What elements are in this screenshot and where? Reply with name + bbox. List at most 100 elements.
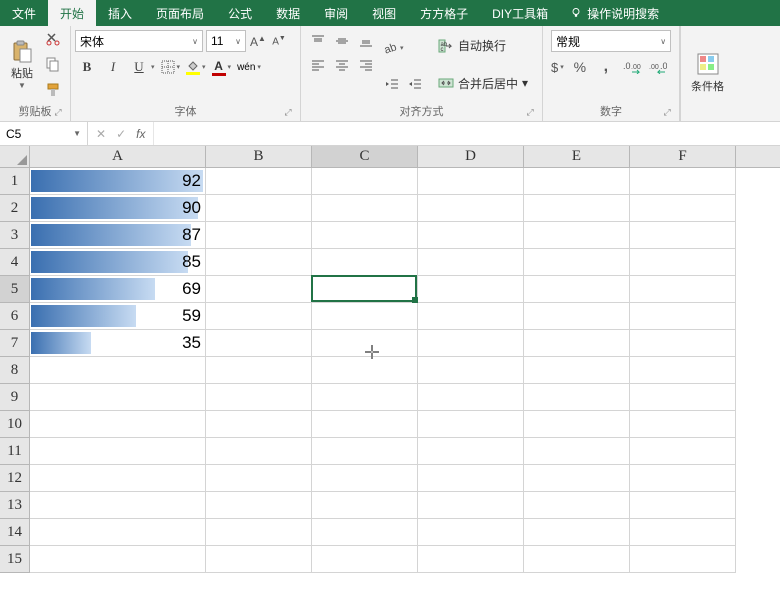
row-header[interactable]: 12 [0,465,30,492]
align-left-button[interactable] [307,54,329,76]
accounting-format-button[interactable]: $▾ [551,60,564,75]
cell[interactable] [418,519,524,546]
cell[interactable] [418,411,524,438]
cell[interactable] [206,411,312,438]
conditional-formatting-button[interactable]: 条件格 [685,28,730,117]
cell[interactable] [206,276,312,303]
row-header[interactable]: 15 [0,546,30,573]
cell[interactable] [524,492,630,519]
cell[interactable] [524,357,630,384]
align-bottom-button[interactable] [355,30,377,52]
cell[interactable] [418,330,524,357]
dialog-launcher-icon[interactable]: ⤢ [524,107,536,119]
tab-formulas[interactable]: 公式 [216,0,264,26]
cell[interactable] [418,492,524,519]
formula-input[interactable] [154,122,780,145]
col-header-C[interactable]: C [312,146,418,167]
row-header[interactable]: 10 [0,411,30,438]
tab-pagelayout[interactable]: 页面布局 [144,0,216,26]
cell[interactable]: 90 [30,195,206,222]
cell[interactable] [630,303,736,330]
decrease-indent-button[interactable] [382,75,402,93]
cell[interactable] [418,465,524,492]
cell[interactable] [524,249,630,276]
dialog-launcher-icon[interactable]: ⤢ [282,107,294,119]
tab-diytoolbox[interactable]: DIY工具箱 [480,0,560,26]
cell[interactable] [630,492,736,519]
tab-file[interactable]: 文件 [0,0,48,26]
tab-fangfanggezi[interactable]: 方方格子 [408,0,480,26]
cell[interactable] [312,492,418,519]
fx-icon[interactable]: fx [136,127,145,141]
worksheet[interactable]: A B C D E F 1922903874855696597358910111… [0,146,780,573]
cell[interactable] [312,222,418,249]
cell[interactable] [524,384,630,411]
cell[interactable] [206,357,312,384]
number-format-combo[interactable]: 常规∨ [551,30,671,52]
cell[interactable]: 35 [30,330,206,357]
cell[interactable] [206,519,312,546]
select-all-corner[interactable] [0,146,30,167]
tab-insert[interactable]: 插入 [96,0,144,26]
copy-button[interactable] [43,55,63,73]
cell[interactable] [206,195,312,222]
cell[interactable] [630,519,736,546]
cell[interactable] [30,519,206,546]
cell[interactable] [312,330,418,357]
tab-data[interactable]: 数据 [264,0,312,26]
cell[interactable] [630,168,736,195]
decrease-font-button[interactable]: A▼ [270,35,288,47]
cell[interactable] [630,465,736,492]
row-header[interactable]: 7 [0,330,30,357]
cell[interactable] [206,249,312,276]
cell[interactable] [312,519,418,546]
cell[interactable] [206,465,312,492]
cell[interactable] [418,195,524,222]
cell[interactable] [206,330,312,357]
row-header[interactable]: 6 [0,303,30,330]
increase-font-button[interactable]: A▲ [249,34,267,49]
cell[interactable] [630,384,736,411]
row-header[interactable]: 1 [0,168,30,195]
align-top-button[interactable] [307,30,329,52]
decrease-decimal-button[interactable]: .00.0 [648,58,668,76]
row-header[interactable]: 11 [0,438,30,465]
cell[interactable] [630,276,736,303]
cell[interactable] [312,276,418,303]
enter-formula-icon[interactable]: ✓ [116,127,126,141]
tab-home[interactable]: 开始 [48,0,96,26]
cell[interactable] [524,222,630,249]
orientation-button[interactable]: ab▾ [382,40,425,56]
cell[interactable] [30,546,206,573]
cell[interactable] [524,195,630,222]
cell[interactable]: 59 [30,303,206,330]
cell[interactable] [630,195,736,222]
cell[interactable] [418,276,524,303]
cell[interactable] [312,438,418,465]
cell[interactable] [524,438,630,465]
cell[interactable] [312,168,418,195]
cell[interactable] [418,249,524,276]
underline-button[interactable]: U▾ [129,57,155,77]
cell[interactable] [418,222,524,249]
bold-button[interactable]: B [77,57,97,77]
increase-decimal-button[interactable]: .0.00 [622,58,642,76]
cell[interactable] [524,303,630,330]
cell[interactable] [524,168,630,195]
cell[interactable] [630,222,736,249]
cell[interactable]: 69 [30,276,206,303]
borders-button[interactable]: ▾ [161,60,181,74]
row-header[interactable]: 9 [0,384,30,411]
row-header[interactable]: 2 [0,195,30,222]
col-header-D[interactable]: D [418,146,524,167]
cell[interactable] [30,411,206,438]
font-color-button[interactable]: A▾ [212,59,232,76]
paste-button[interactable]: 粘贴 ▼ [4,28,40,101]
cell[interactable] [524,411,630,438]
cell[interactable] [418,546,524,573]
cell[interactable] [30,465,206,492]
cell[interactable] [312,411,418,438]
row-header[interactable]: 3 [0,222,30,249]
cell[interactable]: 87 [30,222,206,249]
cell[interactable]: 92 [30,168,206,195]
